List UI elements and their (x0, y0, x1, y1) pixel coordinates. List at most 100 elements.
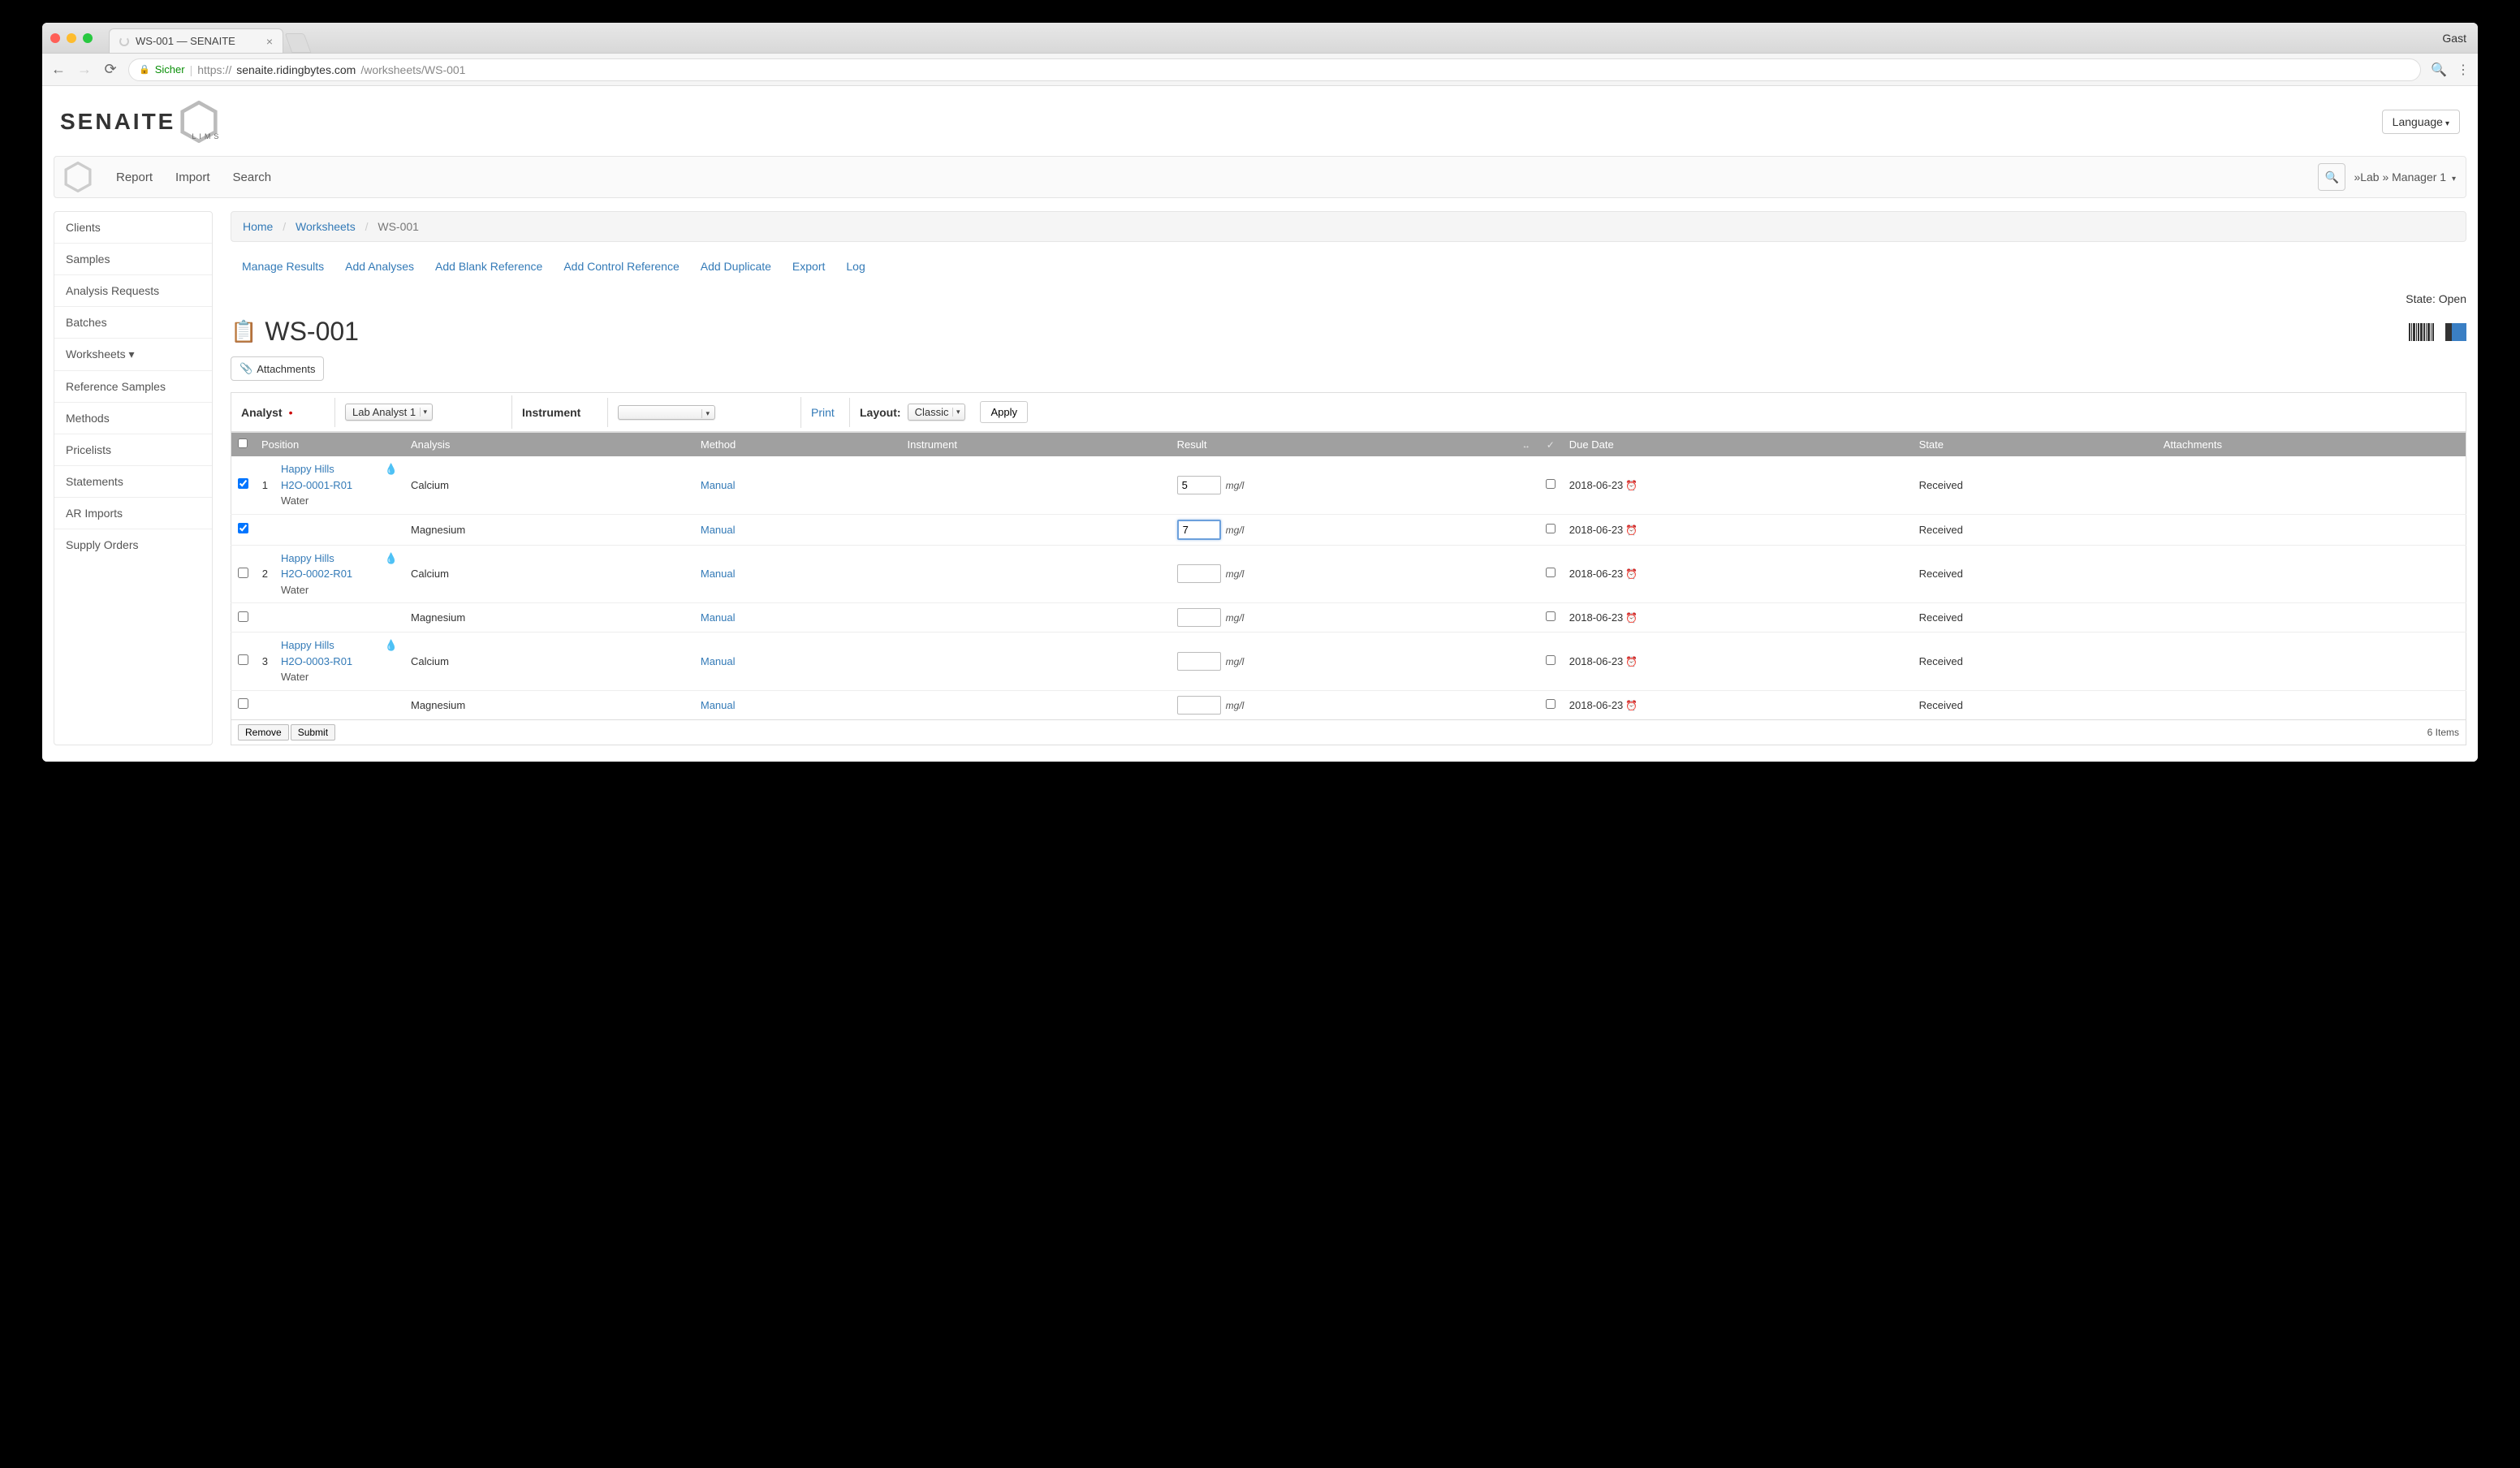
qrcode-icon[interactable] (2445, 323, 2466, 341)
row-checkbox[interactable] (238, 698, 248, 709)
sidebar-item-pricelists[interactable]: Pricelists (54, 434, 212, 466)
due-date: 2018-06-23 (1569, 524, 1624, 536)
sidebar-item-reference-samples[interactable]: Reference Samples (54, 371, 212, 403)
row-instrument (901, 456, 1171, 514)
nav-report[interactable]: Report (105, 171, 164, 184)
row-sample: Happy Hills 💧H2O-0002-R01Water (274, 545, 404, 603)
window-zoom[interactable] (83, 33, 93, 43)
tab-manage-results[interactable]: Manage Results (242, 255, 324, 278)
nav-logo-icon[interactable] (64, 162, 92, 192)
verified-checkbox[interactable] (1546, 524, 1556, 533)
method-link[interactable]: Manual (701, 699, 736, 711)
row-checkbox[interactable] (238, 523, 248, 533)
row-checkbox[interactable] (238, 611, 248, 622)
nav-reload-icon[interactable]: ⟳ (102, 61, 119, 78)
row-checkbox[interactable] (238, 478, 248, 489)
sample-id-link[interactable]: H2O-0003-R01 (281, 655, 352, 667)
tab-add-analyses[interactable]: Add Analyses (345, 255, 414, 278)
tab-log[interactable]: Log (846, 255, 865, 278)
print-link[interactable]: Print (801, 398, 850, 427)
nav-search[interactable]: Search (222, 171, 283, 184)
sidebar-item-samples[interactable]: Samples (54, 244, 212, 275)
layout-select[interactable]: Classic (908, 404, 966, 421)
breadcrumb-home[interactable]: Home (243, 220, 273, 233)
apply-button[interactable]: Apply (980, 401, 1028, 423)
client-link[interactable]: Happy Hills (281, 639, 334, 651)
select-all-checkbox[interactable] (238, 438, 248, 448)
sample-id-link[interactable]: H2O-0002-R01 (281, 568, 352, 580)
browser-profile-label[interactable]: Gast (2442, 32, 2466, 45)
method-link[interactable]: Manual (701, 479, 736, 491)
verified-checkbox[interactable] (1546, 479, 1556, 489)
client-link[interactable]: Happy Hills (281, 463, 334, 475)
url-bar[interactable]: 🔒 Sicher | https://senaite.ridingbytes.c… (128, 58, 2421, 81)
sample-type-label: Water (281, 584, 309, 596)
window-minimize[interactable] (67, 33, 76, 43)
submit-button[interactable]: Submit (291, 724, 335, 740)
method-link[interactable]: Manual (701, 611, 736, 624)
sidebar-item-analysis-requests[interactable]: Analysis Requests (54, 275, 212, 307)
verified-checkbox[interactable] (1546, 699, 1556, 709)
attachments-button[interactable]: 📎 Attachments (231, 356, 324, 381)
verified-checkbox[interactable] (1546, 611, 1556, 621)
table-footer: Remove Submit 6 Items (231, 720, 2466, 745)
breadcrumb-worksheets[interactable]: Worksheets (296, 220, 356, 233)
instrument-select[interactable] (618, 405, 715, 420)
sidebar-item-worksheets[interactable]: Worksheets ▾ (54, 339, 212, 371)
user-dropdown[interactable]: »Lab » Manager 1 ▾ (2354, 171, 2456, 184)
analyst-select[interactable]: Lab Analyst 1 (345, 404, 433, 421)
nav-import[interactable]: Import (164, 171, 222, 184)
tab-add-blank-reference[interactable]: Add Blank Reference (435, 255, 542, 278)
remove-button[interactable]: Remove (238, 724, 289, 740)
language-button[interactable]: Language▾ (2382, 110, 2460, 134)
row-range (1514, 545, 1538, 603)
sidebar-item-supply-orders[interactable]: Supply Orders (54, 529, 212, 560)
window-close[interactable] (50, 33, 60, 43)
col-instrument[interactable]: Instrument (901, 433, 1171, 457)
col-analysis[interactable]: Analysis (404, 433, 694, 457)
row-checkbox[interactable] (238, 568, 248, 578)
barcode-icon[interactable] (2409, 323, 2434, 341)
row-sample: Happy Hills 💧H2O-0003-R01Water (274, 633, 404, 691)
method-link[interactable]: Manual (701, 655, 736, 667)
row-checkbox[interactable] (238, 654, 248, 665)
col-position[interactable]: Position (255, 433, 404, 457)
verified-checkbox[interactable] (1546, 655, 1556, 665)
logo[interactable]: SENAITE LIMS (60, 101, 222, 143)
row-range (1514, 690, 1538, 719)
result-input[interactable] (1177, 564, 1221, 583)
browser-menu-icon[interactable]: ⋮ (2457, 62, 2470, 78)
results-table: Position Analysis Method Instrument Resu… (231, 432, 2466, 720)
tab-add-control-reference[interactable]: Add Control Reference (563, 255, 679, 278)
col-method[interactable]: Method (694, 433, 901, 457)
col-result[interactable]: Result (1171, 433, 1514, 457)
result-input[interactable] (1177, 608, 1221, 627)
result-input[interactable] (1177, 520, 1221, 540)
browser-tab[interactable]: WS-001 — SENAITE × (109, 28, 283, 53)
method-link[interactable]: Manual (701, 568, 736, 580)
table-row: MagnesiumManualmg/l2018-06-23⏰Received (231, 690, 2466, 719)
omnibox-search-icon[interactable]: 🔍 (2431, 62, 2447, 78)
tab-add-duplicate[interactable]: Add Duplicate (701, 255, 771, 278)
search-button[interactable]: 🔍 (2318, 163, 2345, 191)
verified-checkbox[interactable] (1546, 568, 1556, 577)
sidebar-item-methods[interactable]: Methods (54, 403, 212, 434)
tab-close-icon[interactable]: × (266, 35, 273, 48)
result-input[interactable] (1177, 696, 1221, 715)
col-due-date[interactable]: Due Date (1563, 433, 1913, 457)
client-link[interactable]: Happy Hills (281, 552, 334, 564)
nav-back-icon[interactable]: ← (50, 61, 67, 78)
method-link[interactable]: Manual (701, 524, 736, 536)
row-position (255, 690, 274, 719)
sidebar-item-clients[interactable]: Clients (54, 212, 212, 244)
new-tab-button[interactable] (285, 33, 312, 53)
col-attachments[interactable]: Attachments (2157, 433, 2466, 457)
result-input[interactable] (1177, 652, 1221, 671)
sidebar-item-batches[interactable]: Batches (54, 307, 212, 339)
sample-id-link[interactable]: H2O-0001-R01 (281, 479, 352, 491)
result-input[interactable] (1177, 476, 1221, 494)
sidebar-item-ar-imports[interactable]: AR Imports (54, 498, 212, 529)
col-state[interactable]: State (1913, 433, 2157, 457)
tab-export[interactable]: Export (792, 255, 825, 278)
sidebar-item-statements[interactable]: Statements (54, 466, 212, 498)
